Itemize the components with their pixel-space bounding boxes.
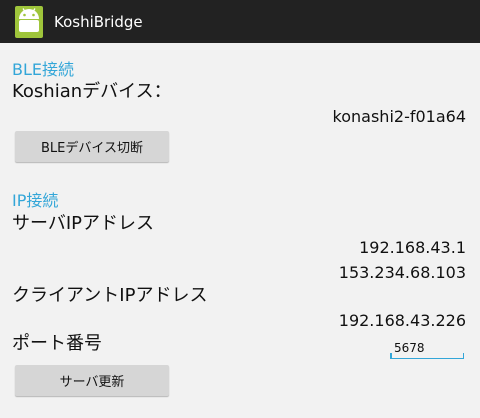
port-input-edge	[390, 353, 392, 358]
server-ip-value: 192.168.43.1	[359, 238, 466, 257]
app-title: KoshiBridge	[54, 13, 143, 31]
koshian-device-label: Koshianデバイス：	[12, 81, 172, 102]
server-ip-value: 153.234.68.103	[338, 263, 466, 282]
ip-section-header: IP接続	[12, 191, 59, 210]
port-input[interactable]	[390, 337, 464, 359]
port-label: ポート番号	[12, 333, 102, 354]
device-name-value: konashi2-f01a64	[332, 107, 466, 126]
android-robot-icon	[15, 6, 43, 38]
server-update-button[interactable]: サーバ更新	[15, 365, 169, 396]
server-ip-label: サーバIPアドレス	[12, 213, 154, 234]
action-bar: KoshiBridge	[0, 0, 480, 43]
client-ip-value: 192.168.43.226	[338, 311, 466, 330]
client-ip-label: クライアントIPアドレス	[12, 285, 208, 306]
port-input-edge	[462, 353, 464, 358]
ble-disconnect-button[interactable]: BLEデバイス切断	[15, 131, 169, 162]
ble-section-header: BLE接続	[12, 60, 75, 79]
